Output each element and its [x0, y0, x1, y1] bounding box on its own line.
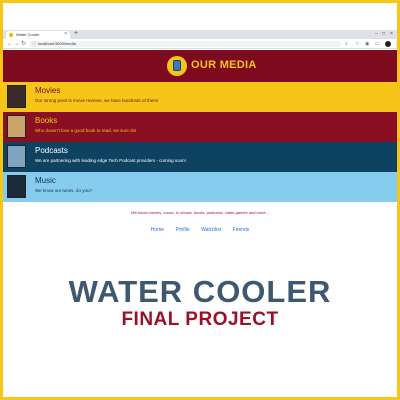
maximize-icon[interactable]: □: [382, 30, 385, 38]
music-thumbnail: [7, 175, 26, 198]
page-title: OUR MEDIA: [191, 59, 257, 71]
info-icon[interactable]: ⓘ: [32, 41, 36, 47]
new-tab-button[interactable]: +: [74, 30, 78, 38]
tab-title: Water Cooler: [16, 32, 40, 37]
browser-tab[interactable]: Water Cooler ×: [6, 31, 70, 39]
water-jug-icon: [173, 60, 181, 71]
card-description: We are partnering with leading edge Tech…: [35, 158, 186, 163]
tagline: We know movies, music, tv shows, books, …: [131, 210, 269, 215]
media-card-music[interactable]: Music We know our tunes, do you?: [3, 172, 397, 202]
star-icon[interactable]: ☆: [355, 41, 359, 47]
cast-icon[interactable]: ▭: [375, 41, 380, 47]
podcasts-thumbnail: [7, 145, 26, 168]
footer-link-friends[interactable]: Friends: [233, 227, 250, 233]
close-window-icon[interactable]: ×: [390, 30, 393, 38]
banner-subtitle: FINAL PROJECT: [121, 309, 279, 330]
water-cooler-logo-icon[interactable]: [167, 56, 187, 76]
card-title[interactable]: Podcasts: [35, 146, 68, 155]
media-card-movies[interactable]: Movies Our strong point is movie reviews…: [3, 82, 397, 112]
media-card-podcasts[interactable]: Podcasts We are partnering with leading …: [3, 142, 397, 172]
footer-nav: Home Profile Watchlist Friends: [0, 227, 400, 233]
browser-tab-strip: Water Cooler × + – □ ×: [3, 30, 397, 39]
browser-toolbar: ← → ↻ ⓘ localhost:3000/media ⌕ ☆ ◉ ▭ ⋮: [3, 39, 399, 49]
media-card-books[interactable]: Books Who doesn't love a good book to re…: [3, 112, 397, 142]
address-bar[interactable]: ⓘ localhost:3000/media: [29, 41, 341, 47]
card-description: Who doesn't love a good book to read, we…: [35, 128, 137, 133]
books-thumbnail: [7, 115, 26, 138]
banner-title: WATER COOLER: [68, 274, 332, 309]
menu-icon[interactable]: ⋮: [394, 41, 399, 47]
card-description: Our strong point is movie reviews, we ha…: [35, 98, 159, 103]
favicon-icon: [9, 33, 13, 37]
movies-thumbnail: [7, 85, 26, 108]
card-title[interactable]: Movies: [35, 86, 60, 95]
card-description: We know our tunes, do you?: [35, 188, 92, 193]
zoom-icon[interactable]: ⌕: [345, 41, 348, 47]
forward-icon[interactable]: →: [14, 40, 20, 48]
reload-icon[interactable]: ↻: [21, 40, 26, 48]
close-tab-icon[interactable]: ×: [64, 31, 67, 38]
card-title[interactable]: Books: [35, 116, 57, 125]
minimize-icon[interactable]: –: [375, 30, 378, 38]
back-icon[interactable]: ←: [7, 40, 13, 48]
url-text[interactable]: localhost:3000/media: [38, 42, 76, 46]
app-header: OUR MEDIA: [3, 50, 397, 82]
account-icon[interactable]: [385, 41, 391, 47]
footer-link-watchlist[interactable]: Watchlist: [201, 227, 221, 233]
card-title[interactable]: Music: [35, 176, 56, 185]
footer-link-profile[interactable]: Profile: [175, 227, 189, 233]
extension-icon[interactable]: ◉: [365, 41, 369, 47]
footer-link-home[interactable]: Home: [151, 227, 164, 233]
